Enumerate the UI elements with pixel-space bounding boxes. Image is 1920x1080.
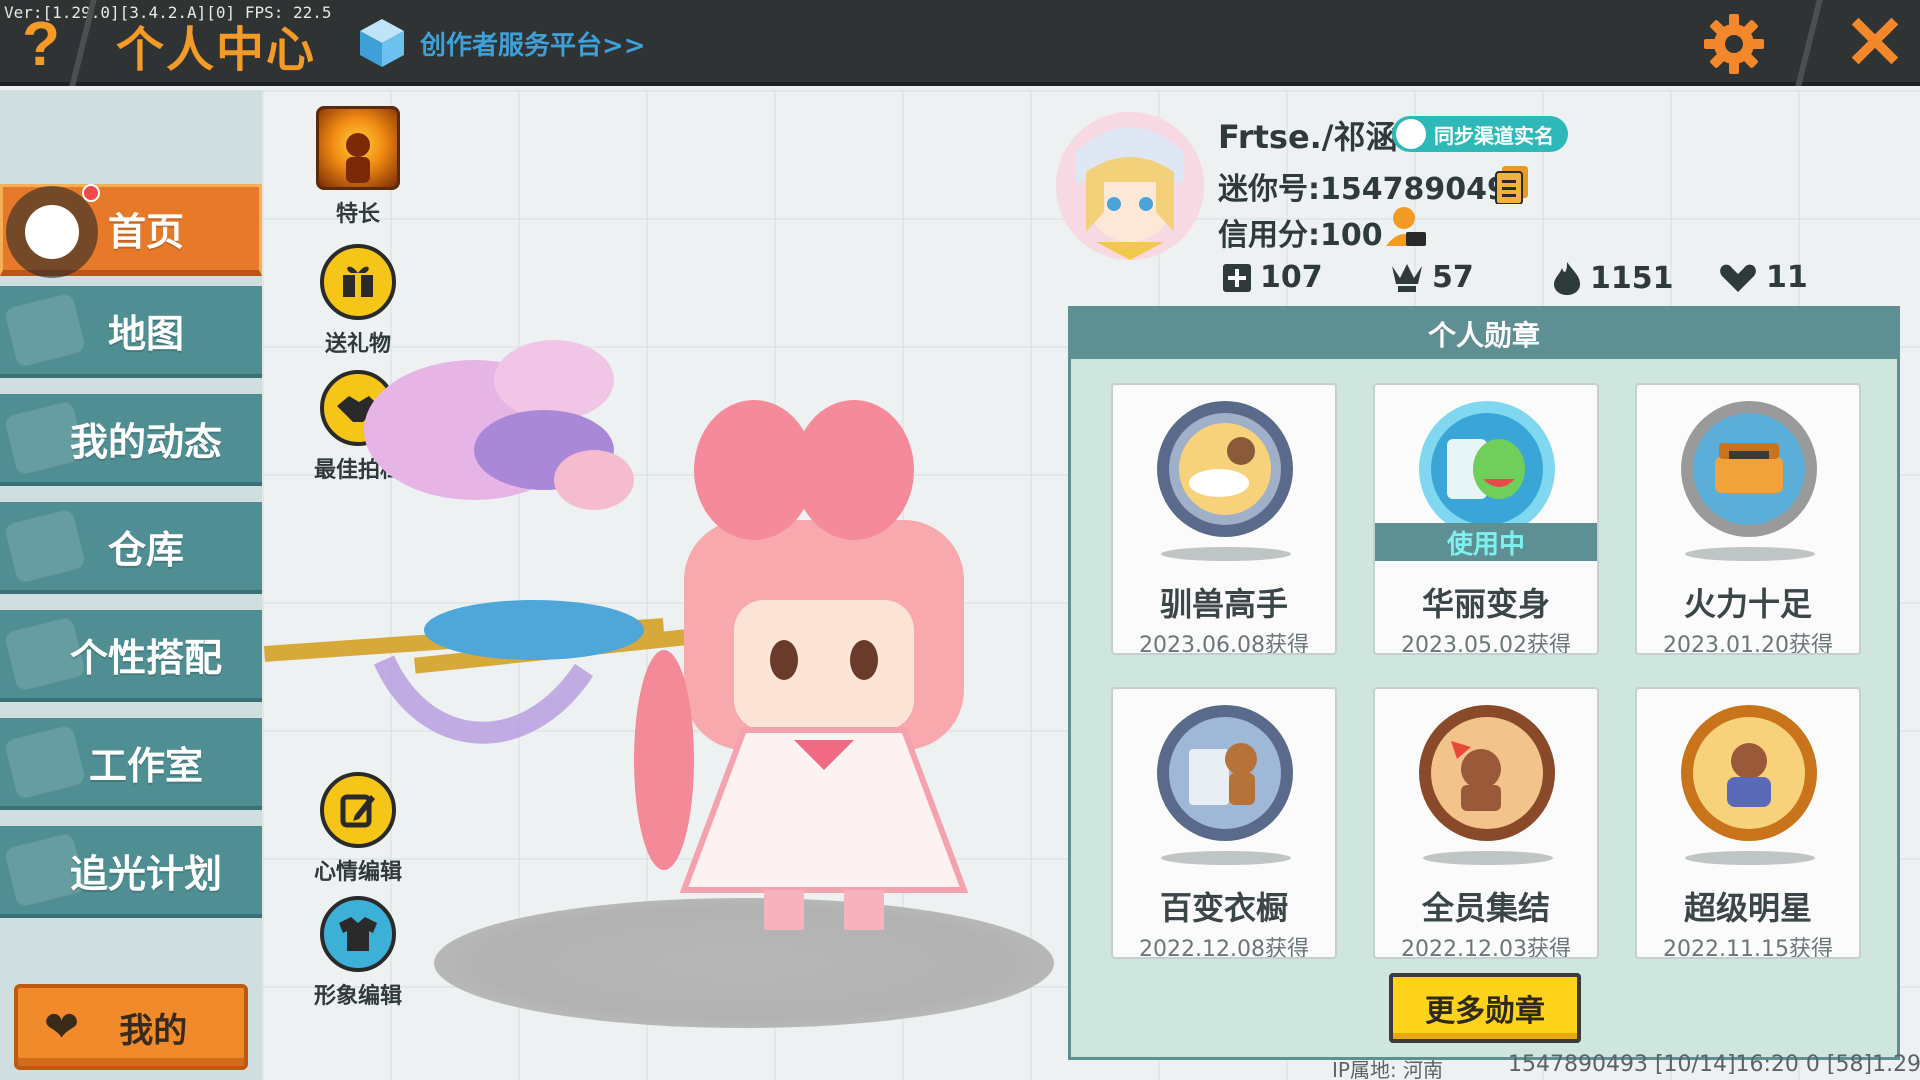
sidebar-item-label: 仓库 (107, 527, 184, 572)
badge-date: 2022.12.03获得 (1401, 937, 1571, 959)
sidebar-item-label: 追光计划 (69, 851, 222, 896)
badge-date: 2023.05.02获得 (1401, 633, 1571, 655)
more-badges-button[interactable]: 更多勋章 (1389, 973, 1581, 1043)
sidebar-item-warehouse[interactable]: 仓库 (0, 502, 262, 594)
badge-date: 2022.11.15获得 (1663, 937, 1833, 959)
username: Frtse./祁涵 (1218, 118, 1398, 156)
sidebar-item-map[interactable]: 地图 (0, 286, 262, 378)
sidebar-item-my-activity[interactable]: 我的动态 (0, 394, 262, 486)
badge-date: 2023.01.20获得 (1663, 633, 1833, 655)
specialty-label: 特长 (335, 202, 380, 227)
sidebar-item-label: 工作室 (88, 743, 203, 788)
sidebar-item-outfit[interactable]: 个性搭配 (0, 610, 262, 702)
badge-card-in-use[interactable]: 使用中 华丽变身 2023.05.02获得 (1373, 383, 1599, 655)
footer-uid-info: 1547890493 [10/14]16:20 0 [58]1.29.0 (1508, 1052, 1920, 1077)
sidebar-item-label: 首页 (107, 210, 184, 254)
sidebar-item-studio[interactable]: 工作室 (0, 718, 262, 810)
badge-panel-title: 个人勋章 (1071, 309, 1897, 359)
plus-square-icon (1223, 263, 1251, 292)
all-assemble-medal-icon (1419, 705, 1555, 841)
mine-label: 我的 (119, 1010, 188, 1051)
sync-realname-badge[interactable]: 同步渠道实名 (1392, 116, 1568, 152)
gift-icon (320, 244, 396, 320)
avatar[interactable] (1056, 112, 1204, 260)
tree-icon (3, 724, 87, 800)
heart-icon: ❤ (44, 1002, 80, 1051)
friends-count: 107 (1260, 260, 1323, 295)
sidebar-item-chase-light[interactable]: 追光计划 (0, 826, 262, 918)
in-use-label: 使用中 (1375, 523, 1597, 561)
medal-shadow (1423, 851, 1553, 865)
medal-shadow (1161, 547, 1291, 561)
badge-name: 超级明星 (1683, 889, 1812, 927)
popularity-stat[interactable]: 1151 (1552, 260, 1674, 296)
likes-stat[interactable]: 11 (1718, 260, 1808, 295)
credit-user-icon[interactable] (1384, 204, 1428, 250)
divider (1795, 0, 1823, 86)
fire-icon (1554, 262, 1580, 295)
badge-card[interactable]: 火力十足 2023.01.20获得 (1635, 383, 1861, 655)
badge-card[interactable]: 百变衣橱 2022.12.08获得 (1111, 687, 1337, 959)
gear-icon[interactable] (1702, 12, 1766, 76)
super-star-medal-icon (1681, 705, 1817, 841)
likes-count: 11 (1766, 260, 1808, 295)
house-icon (3, 508, 87, 584)
user-icon (1396, 119, 1426, 149)
badge-name: 华丽变身 (1421, 585, 1550, 623)
close-button[interactable]: ✕ (1838, 6, 1912, 80)
cube-icon (360, 19, 404, 67)
specialty-button[interactable]: 特长 (298, 106, 418, 228)
fans-stat[interactable]: 57 (1390, 260, 1474, 295)
badge-date: 2023.06.08获得 (1139, 633, 1309, 655)
badge-card[interactable]: 驯兽高手 2023.06.08获得 (1111, 383, 1337, 655)
beast-tamer-medal-icon (1157, 401, 1293, 537)
badge-panel: 个人勋章 驯兽高手 2023.06.08获得 使用中 华丽变身 2023.05.… (1068, 306, 1900, 1060)
copy-icon[interactable] (1494, 164, 1530, 204)
credit-score: 信用分:100 (1218, 218, 1383, 253)
creator-platform-label: 创作者服务平台>> (420, 30, 646, 61)
badge-card[interactable]: 全员集结 2022.12.03获得 (1373, 687, 1599, 959)
specialty-icon (316, 106, 400, 190)
sidebar-item-label: 个性搭配 (69, 635, 222, 680)
full-firepower-medal-icon (1681, 401, 1817, 537)
badge-name: 百变衣橱 (1159, 889, 1288, 927)
friends-stat[interactable]: 107 (1222, 260, 1323, 295)
character-model[interactable] (264, 330, 1084, 990)
sidebar-item-label: 我的动态 (69, 419, 222, 464)
badge-card[interactable]: 超级明星 2022.11.15获得 (1635, 687, 1861, 959)
medal-shadow (1685, 547, 1815, 561)
page-title: 个人中心 (116, 22, 317, 78)
gorgeous-transform-medal-icon (1419, 401, 1555, 537)
fans-icon (1392, 263, 1422, 292)
badge-name: 驯兽高手 (1159, 585, 1288, 623)
ip-location: IP属地: 河南 (1332, 1058, 1444, 1080)
badge-date: 2022.12.08获得 (1139, 937, 1309, 959)
help-button[interactable]: ? (10, 14, 72, 76)
medal-shadow (1685, 851, 1815, 865)
badge-name: 全员集结 (1421, 889, 1550, 927)
creator-platform-link[interactable]: 创作者服务平台>> (358, 14, 646, 72)
top-bar: Ver:[1.29.0][3.4.2.A][0] FPS: 22.5 ? 个人中… (0, 0, 1920, 86)
medal-shadow (1161, 851, 1291, 865)
sidebar-item-label: 地图 (107, 311, 184, 356)
popularity-count: 1151 (1590, 260, 1674, 296)
sync-badge-label: 同步渠道实名 (1434, 123, 1554, 148)
mini-id: 迷你号:1547890493 (1218, 172, 1529, 207)
wardrobe-medal-icon (1157, 705, 1293, 841)
badge-name: 火力十足 (1683, 585, 1812, 623)
mine-button[interactable]: ❤ 我的 (14, 984, 248, 1070)
heart-icon (1720, 264, 1756, 292)
notification-dot (82, 184, 100, 202)
fans-count: 57 (1432, 260, 1474, 295)
map-icon (3, 292, 87, 368)
